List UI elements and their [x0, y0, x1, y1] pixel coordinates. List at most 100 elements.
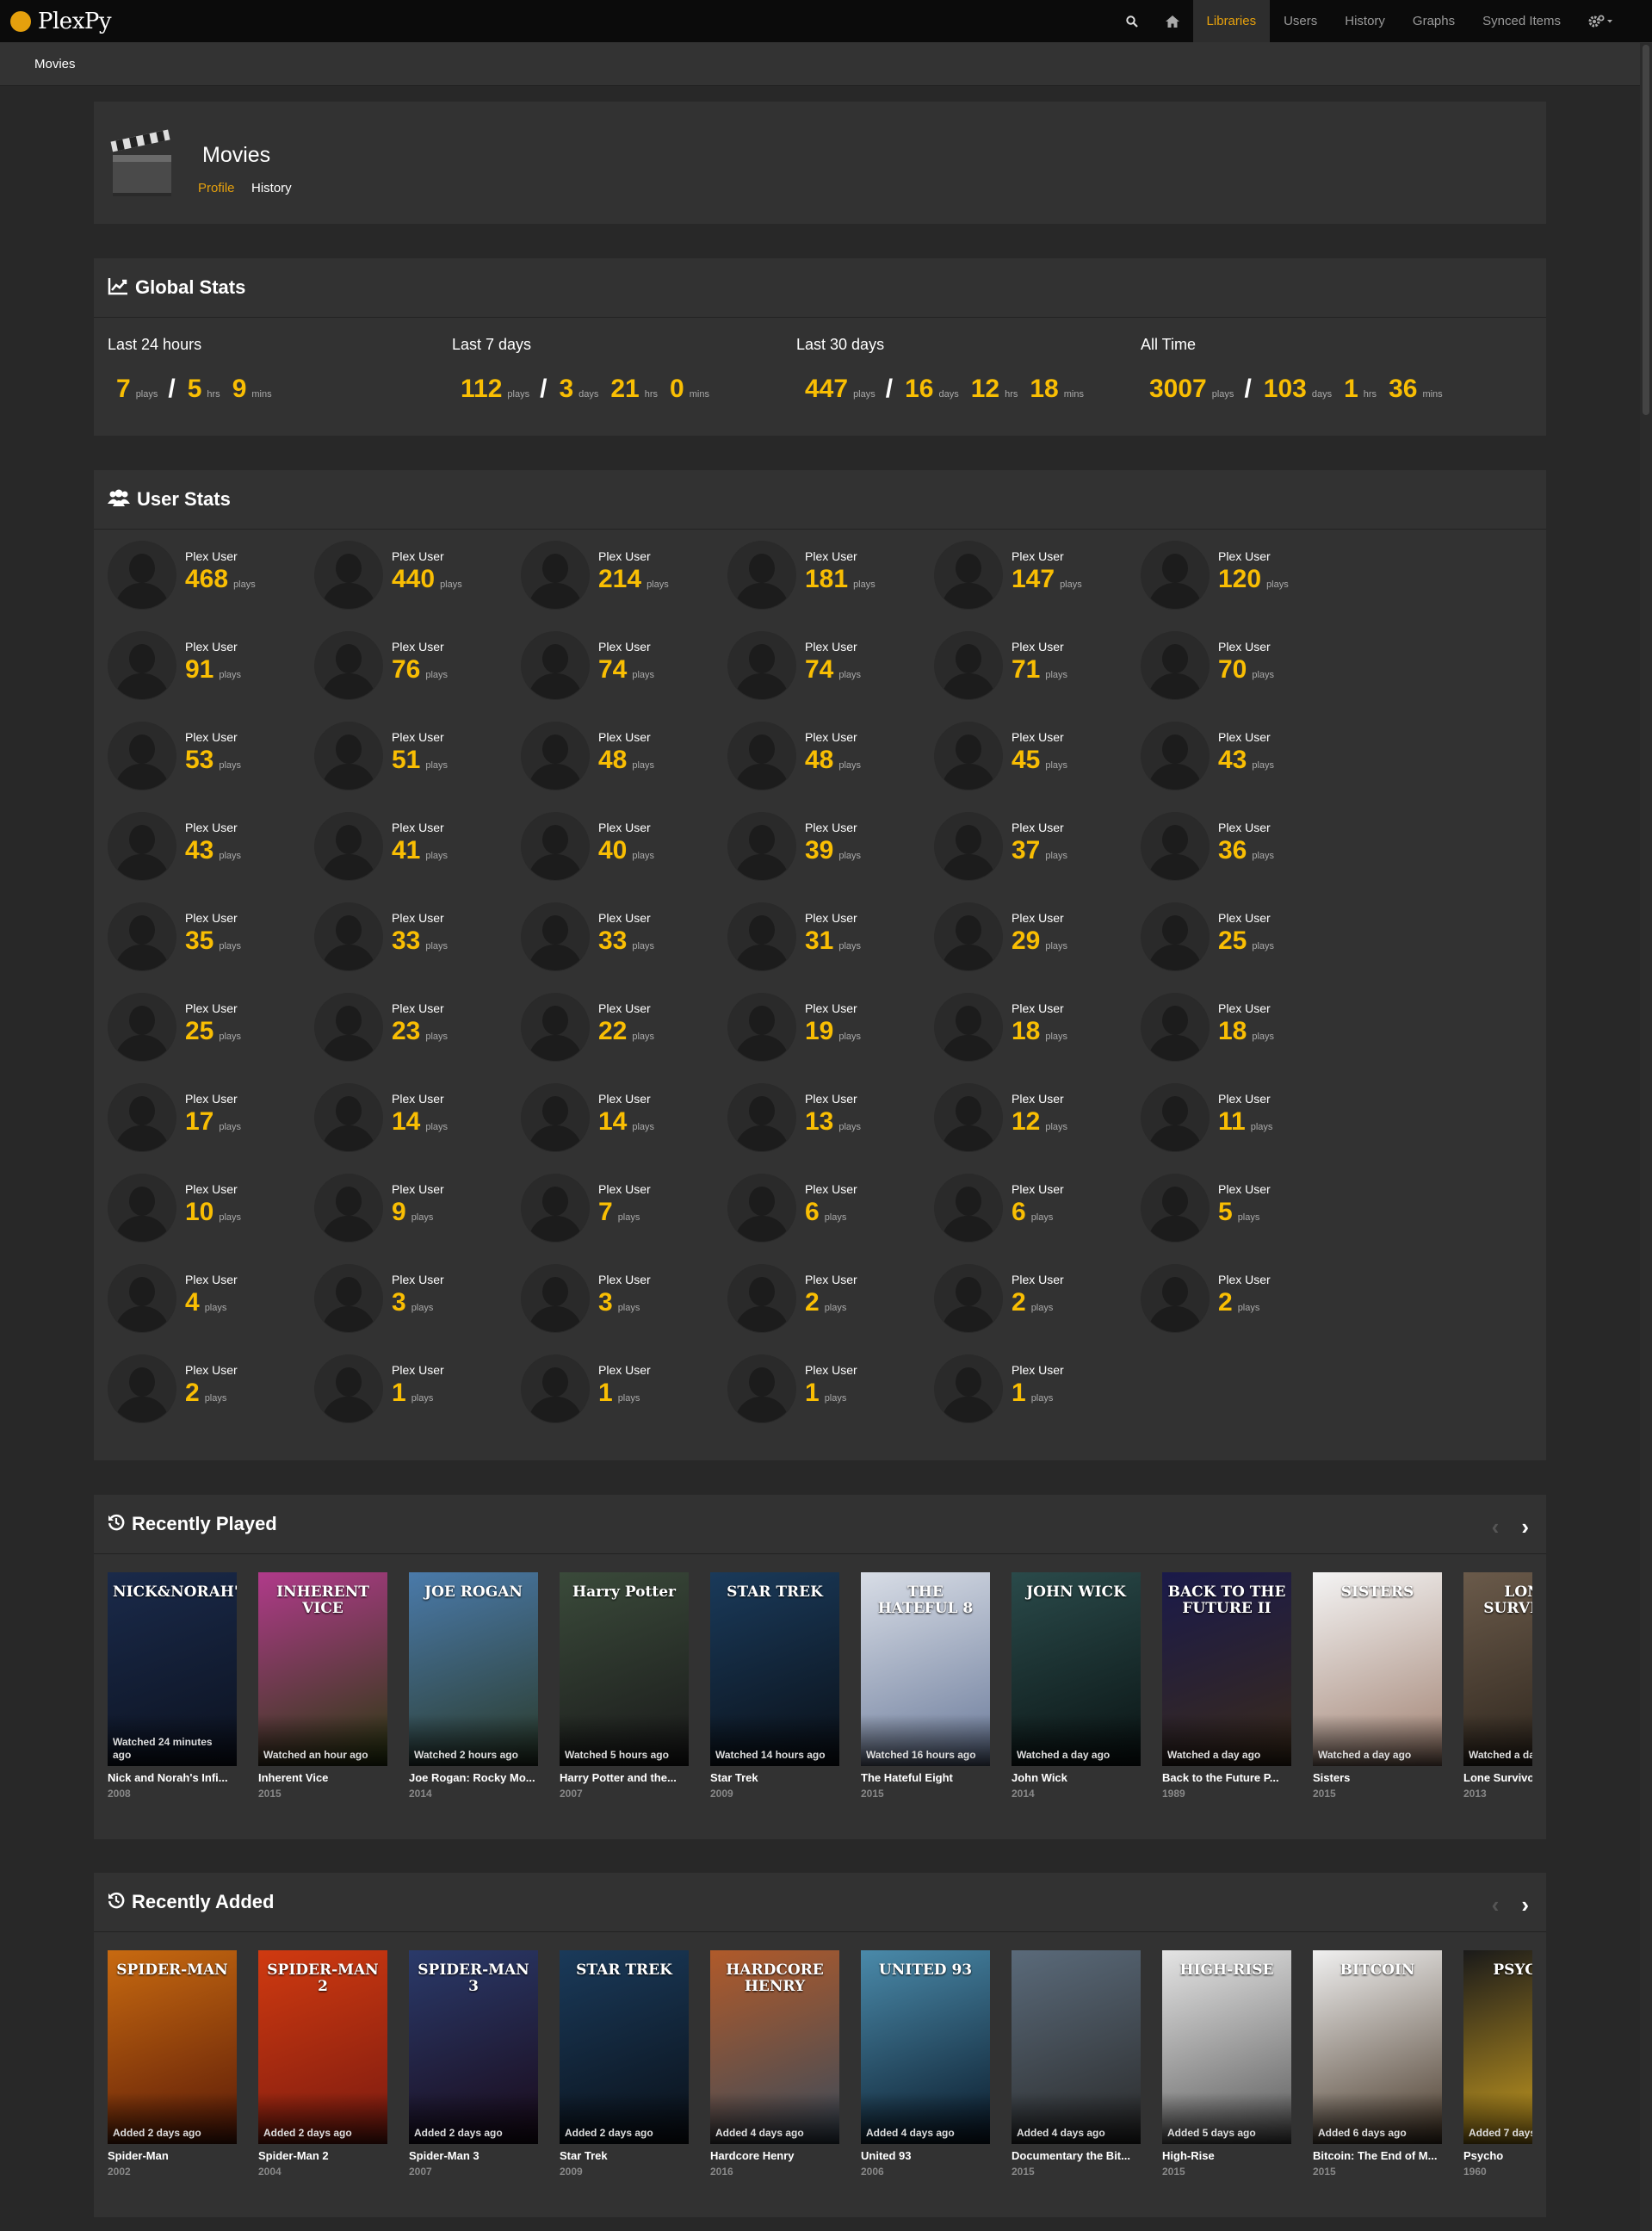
user-stat-item[interactable]: Plex User 48 plays — [727, 722, 934, 796]
user-stat-item[interactable]: Plex User 7 plays — [521, 1174, 727, 1248]
nav-synced-items[interactable]: Synced Items — [1469, 0, 1575, 42]
user-stat-item[interactable]: Plex User 1 plays — [314, 1354, 521, 1428]
poster-card[interactable]: JOHN WICK Watched a day ago John Wick 2014 — [1012, 1572, 1141, 1800]
poster-card[interactable]: BACK TO THE FUTURE II Watched a day ago Ba… — [1162, 1572, 1291, 1800]
poster-title[interactable]: Psycho — [1463, 2149, 1532, 2162]
user-stat-item[interactable]: Plex User 74 plays — [521, 631, 727, 705]
poster-image[interactable]: HIGH-RISE Added 5 days ago — [1162, 1950, 1291, 2144]
poster-image[interactable]: SPIDER-MAN Added 2 days ago — [108, 1950, 237, 2144]
user-stat-item[interactable]: Plex User 11 plays — [1141, 1083, 1347, 1157]
poster-image[interactable]: BACK TO THE FUTURE II Watched a day ago — [1162, 1572, 1291, 1766]
user-stat-item[interactable]: Plex User 70 plays — [1141, 631, 1347, 705]
poster-title[interactable]: United 93 — [861, 2149, 990, 2162]
user-stat-item[interactable]: Plex User 33 plays — [314, 902, 521, 976]
user-stat-item[interactable]: Plex User 120 plays — [1141, 541, 1347, 615]
user-stat-item[interactable]: Plex User 14 plays — [314, 1083, 521, 1157]
poster-title[interactable]: Hardcore Henry — [710, 2149, 839, 2162]
user-stat-item[interactable]: Plex User 468 plays — [108, 541, 314, 615]
poster-title[interactable]: Joe Rogan: Rocky Mo... — [409, 1771, 538, 1784]
poster-card[interactable]: STAR TREK Added 2 days ago Star Trek 2009 — [560, 1950, 689, 2178]
user-stat-item[interactable]: Plex User 36 plays — [1141, 812, 1347, 886]
user-stat-item[interactable]: Plex User 181 plays — [727, 541, 934, 615]
user-stat-item[interactable]: Plex User 51 plays — [314, 722, 521, 796]
home-icon[interactable] — [1152, 0, 1193, 42]
user-stat-item[interactable]: Plex User 17 plays — [108, 1083, 314, 1157]
search-icon[interactable] — [1112, 0, 1152, 42]
user-stat-item[interactable]: Plex User 10 plays — [108, 1174, 314, 1248]
poster-title[interactable]: Harry Potter and the... — [560, 1771, 689, 1784]
poster-title[interactable]: Documentary the Bit... — [1012, 2149, 1141, 2162]
user-stat-item[interactable]: Plex User 214 plays — [521, 541, 727, 615]
poster-card[interactable]: LONE SURVIVOR Watched a day ago Lone Survi… — [1463, 1572, 1532, 1800]
chevron-left-icon[interactable]: ‹ — [1492, 1892, 1500, 1918]
poster-card[interactable]: SPIDER-MAN 2 Added 2 days ago Spider-Man 2… — [258, 1950, 387, 2178]
poster-card[interactable]: STAR TREK Watched 14 hours ago Star Trek 20… — [710, 1572, 839, 1800]
user-stat-item[interactable]: Plex User 22 plays — [521, 993, 727, 1067]
poster-image[interactable]: STAR TREK Watched 14 hours ago — [710, 1572, 839, 1766]
user-stat-item[interactable]: Plex User 31 plays — [727, 902, 934, 976]
poster-card[interactable]: SPIDER-MAN 3 Added 2 days ago Spider-Man 3… — [409, 1950, 538, 2178]
poster-image[interactable]: HARDCORE HENRY Added 4 days ago — [710, 1950, 839, 2144]
tab-profile[interactable]: Profile — [198, 181, 235, 195]
user-stat-item[interactable]: Plex User 18 plays — [1141, 993, 1347, 1067]
user-stat-item[interactable]: Plex User 3 plays — [314, 1264, 521, 1338]
user-stat-item[interactable]: Plex User 9 plays — [314, 1174, 521, 1248]
user-stat-item[interactable]: Plex User 35 plays — [108, 902, 314, 976]
poster-image[interactable]: Added 4 days ago — [1012, 1950, 1141, 2144]
poster-image[interactable]: PSYCHO Added 7 days ago — [1463, 1950, 1532, 2144]
poster-image[interactable]: STAR TREK Added 2 days ago — [560, 1950, 689, 2144]
poster-card[interactable]: THE HATEFUL 8 Watched 16 hours ago The Hat… — [861, 1572, 990, 1800]
chevron-right-icon[interactable]: › — [1521, 1892, 1529, 1918]
nav-libraries[interactable]: Libraries — [1192, 0, 1271, 42]
poster-title[interactable]: Star Trek — [560, 2149, 689, 2162]
scrollbar-thumb[interactable] — [1643, 45, 1649, 415]
scrollbar[interactable] — [1640, 43, 1652, 2231]
user-stat-item[interactable]: Plex User 2 plays — [934, 1264, 1141, 1338]
user-stat-item[interactable]: Plex User 43 plays — [108, 812, 314, 886]
poster-card[interactable]: Harry Potter Watched 5 hours ago Harry Pot… — [560, 1572, 689, 1800]
user-stat-item[interactable]: Plex User 6 plays — [934, 1174, 1141, 1248]
poster-title[interactable]: High-Rise — [1162, 2149, 1291, 2162]
user-stat-item[interactable]: Plex User 91 plays — [108, 631, 314, 705]
poster-card[interactable]: SPIDER-MAN Added 2 days ago Spider-Man 2002 — [108, 1950, 237, 2178]
user-stat-item[interactable]: Plex User 76 plays — [314, 631, 521, 705]
poster-title[interactable]: Sisters — [1313, 1771, 1442, 1784]
poster-image[interactable]: SPIDER-MAN 3 Added 2 days ago — [409, 1950, 538, 2144]
poster-card[interactable]: NICK&NORAH'S Watched 24 minutes ago Nick a… — [108, 1572, 237, 1800]
nav-history[interactable]: History — [1331, 0, 1399, 42]
poster-card[interactable]: UNITED 93 Added 4 days ago United 93 2006 — [861, 1950, 990, 2178]
poster-image[interactable]: BITCOIN Added 6 days ago — [1313, 1950, 1442, 2144]
user-stat-item[interactable]: Plex User 13 plays — [727, 1083, 934, 1157]
poster-title[interactable]: Inherent Vice — [258, 1771, 387, 1784]
user-stat-item[interactable]: Plex User 147 plays — [934, 541, 1141, 615]
poster-title[interactable]: Star Trek — [710, 1771, 839, 1784]
user-stat-item[interactable]: Plex User 14 plays — [521, 1083, 727, 1157]
poster-title[interactable]: Spider-Man — [108, 2149, 237, 2162]
tab-history[interactable]: History — [251, 181, 292, 195]
poster-card[interactable]: SISTERS Watched a day ago Sisters 2015 — [1313, 1572, 1442, 1800]
poster-image[interactable]: SISTERS Watched a day ago — [1313, 1572, 1442, 1766]
poster-title[interactable]: Back to the Future P... — [1162, 1771, 1291, 1784]
poster-title[interactable]: The Hateful Eight — [861, 1771, 990, 1784]
user-stat-item[interactable]: Plex User 19 plays — [727, 993, 934, 1067]
user-stat-item[interactable]: Plex User 1 plays — [521, 1354, 727, 1428]
poster-card[interactable]: BITCOIN Added 6 days ago Bitcoin: The End … — [1313, 1950, 1442, 2178]
user-stat-item[interactable]: Plex User 43 plays — [1141, 722, 1347, 796]
nav-graphs[interactable]: Graphs — [1399, 0, 1469, 42]
poster-image[interactable]: LONE SURVIVOR Watched a day ago — [1463, 1572, 1532, 1766]
poster-image[interactable]: SPIDER-MAN 2 Added 2 days ago — [258, 1950, 387, 2144]
user-stat-item[interactable]: Plex User 45 plays — [934, 722, 1141, 796]
user-stat-item[interactable]: Plex User 53 plays — [108, 722, 314, 796]
poster-image[interactable]: JOE ROGAN Watched 2 hours ago — [409, 1572, 538, 1766]
poster-image[interactable]: INHERENT VICE Watched an hour ago — [258, 1572, 387, 1766]
user-stat-item[interactable]: Plex User 25 plays — [108, 993, 314, 1067]
user-stat-item[interactable]: Plex User 2 plays — [108, 1354, 314, 1428]
user-stat-item[interactable]: Plex User 6 plays — [727, 1174, 934, 1248]
poster-title[interactable]: Nick and Norah's Infi... — [108, 1771, 237, 1784]
poster-image[interactable]: THE HATEFUL 8 Watched 16 hours ago — [861, 1572, 990, 1766]
user-stat-item[interactable]: Plex User 23 plays — [314, 993, 521, 1067]
poster-image[interactable]: JOHN WICK Watched a day ago — [1012, 1572, 1141, 1766]
user-stat-item[interactable]: Plex User 440 plays — [314, 541, 521, 615]
user-stat-item[interactable]: Plex User 33 plays — [521, 902, 727, 976]
poster-image[interactable]: UNITED 93 Added 4 days ago — [861, 1950, 990, 2144]
